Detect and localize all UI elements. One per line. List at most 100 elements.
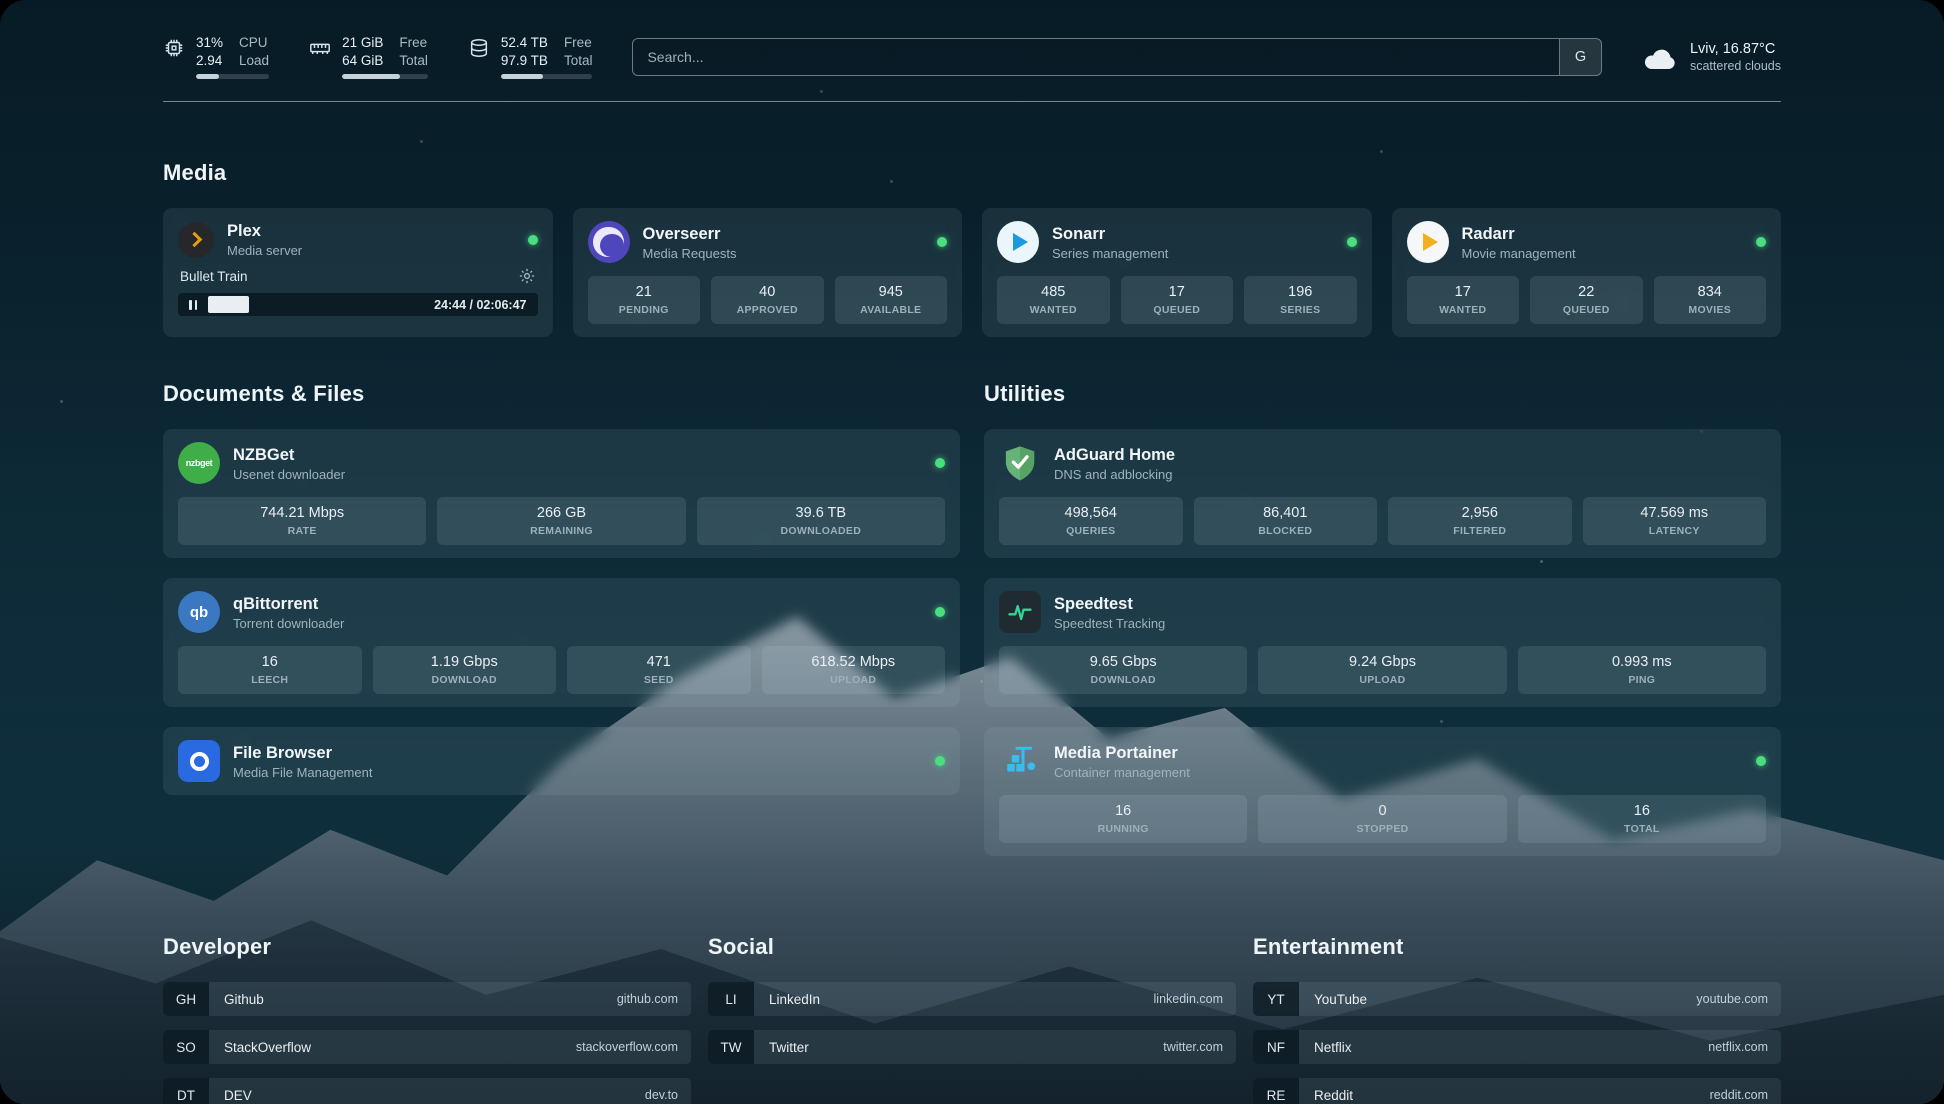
- stat-upload: 9.24 GbpsUPLOAD: [1258, 646, 1506, 694]
- bookmark-name: Twitter: [754, 1030, 1150, 1064]
- bookmark-dev[interactable]: DT DEV dev.to: [163, 1078, 691, 1104]
- section-media: Media Plex Media server Bullet Train: [163, 160, 1781, 337]
- stat-pending: 21PENDING: [588, 276, 701, 324]
- disk-progress-bar: [501, 74, 593, 79]
- stat-total: 16TOTAL: [1518, 795, 1766, 843]
- service-card-qbittorrent[interactable]: qb qBittorrent Torrent downloader 16LEEC…: [163, 578, 960, 707]
- speedtest-icon: [999, 591, 1041, 633]
- service-name: qBittorrent: [233, 594, 922, 614]
- stat-download: 1.19 GbpsDOWNLOAD: [373, 646, 557, 694]
- pause-icon[interactable]: [178, 300, 208, 310]
- bookmark-github[interactable]: GH Github github.com: [163, 982, 691, 1016]
- bookmark-reddit[interactable]: RE Reddit reddit.com: [1253, 1078, 1781, 1104]
- service-name: AdGuard Home: [1054, 445, 1766, 465]
- bookmark-url: stackoverflow.com: [563, 1030, 691, 1064]
- bookmark-url: reddit.com: [1697, 1078, 1781, 1104]
- stat-downloaded: 39.6 TBDOWNLOADED: [697, 497, 945, 545]
- stat-seed: 471SEED: [567, 646, 751, 694]
- cpu-load-value: 2.94: [196, 52, 223, 69]
- memory-total-label: Total: [399, 52, 428, 69]
- memory-progress-bar: [342, 74, 428, 79]
- service-card-nzbget[interactable]: nzbget NZBGet Usenet downloader 744.21 M…: [163, 429, 960, 558]
- service-card-portainer[interactable]: Media Portainer Container management 16R…: [984, 727, 1781, 856]
- bookmark-abbr: SO: [163, 1030, 209, 1064]
- service-name: Sonarr: [1052, 224, 1334, 244]
- stat-wanted: 17WANTED: [1407, 276, 1520, 324]
- search-input[interactable]: [632, 38, 1602, 76]
- service-card-adguard[interactable]: AdGuard Home DNS and adblocking 498,564Q…: [984, 429, 1781, 558]
- service-desc: Media Requests: [643, 246, 925, 261]
- disk-total-label: Total: [564, 52, 593, 69]
- bookmark-name: YouTube: [1299, 982, 1683, 1016]
- filebrowser-icon: [178, 740, 220, 782]
- bookmark-group-title: Entertainment: [1253, 934, 1781, 960]
- bookmark-abbr: LI: [708, 982, 754, 1016]
- playback-time: 24:44 / 02:06:47: [423, 298, 537, 312]
- disk-widget: 52.4 TB Free 97.9 TB Total: [468, 34, 593, 79]
- stat-wanted: 485WANTED: [997, 276, 1110, 324]
- service-card-sonarr[interactable]: Sonarr Series management 485WANTED 17QUE…: [982, 208, 1372, 337]
- bookmark-name: LinkedIn: [754, 982, 1141, 1016]
- cpu-load-label: Load: [239, 52, 269, 69]
- status-dot: [528, 235, 538, 245]
- status-dot: [935, 458, 945, 468]
- bookmark-abbr: RE: [1253, 1078, 1299, 1104]
- bookmark-url: dev.to: [632, 1078, 691, 1104]
- cpu-usage-value: 31%: [196, 34, 223, 51]
- cpu-icon: [163, 37, 185, 59]
- service-desc: Speedtest Tracking: [1054, 616, 1766, 631]
- service-desc: Media server: [227, 243, 515, 258]
- bookmark-name: StackOverflow: [209, 1030, 563, 1064]
- section-documents: Documents & Files nzbget NZBGet Usenet d…: [163, 381, 960, 815]
- weather-condition: scattered clouds: [1690, 59, 1781, 73]
- service-name: NZBGet: [233, 445, 922, 465]
- stat-blocked: 86,401BLOCKED: [1194, 497, 1378, 545]
- weather-location: Lviv, 16.87°C: [1690, 40, 1781, 59]
- service-card-speedtest[interactable]: Speedtest Speedtest Tracking 9.65 GbpsDO…: [984, 578, 1781, 707]
- settings-gear-icon[interactable]: [518, 267, 536, 285]
- service-card-filebrowser[interactable]: File Browser Media File Management: [163, 727, 960, 795]
- search-bar: G: [632, 38, 1602, 76]
- bookmark-url: netflix.com: [1695, 1030, 1781, 1064]
- overseerr-icon: [588, 221, 630, 263]
- status-dot: [935, 756, 945, 766]
- search-provider-button[interactable]: G: [1559, 39, 1601, 75]
- service-desc: Media File Management: [233, 765, 922, 780]
- service-name: Speedtest: [1054, 594, 1766, 614]
- plex-player-bar[interactable]: 24:44 / 02:06:47: [178, 293, 538, 316]
- section-title-media: Media: [163, 160, 1781, 186]
- memory-free-value: 21 GiB: [342, 34, 383, 51]
- bookmark-twitter[interactable]: TW Twitter twitter.com: [708, 1030, 1236, 1064]
- section-title-documents: Documents & Files: [163, 381, 960, 407]
- bookmark-abbr: YT: [1253, 982, 1299, 1016]
- service-name: Overseerr: [643, 224, 925, 244]
- playback-progress-track[interactable]: [208, 293, 423, 316]
- bookmark-linkedin[interactable]: LI LinkedIn linkedin.com: [708, 982, 1236, 1016]
- stat-stopped: 0STOPPED: [1258, 795, 1506, 843]
- service-card-radarr[interactable]: Radarr Movie management 17WANTED 22QUEUE…: [1392, 208, 1782, 337]
- disk-icon: [468, 37, 490, 59]
- stat-queries: 498,564QUERIES: [999, 497, 1183, 545]
- qbittorrent-icon: qb: [178, 591, 220, 633]
- stat-available: 945AVAILABLE: [835, 276, 948, 324]
- disk-total-value: 97.9 TB: [501, 52, 548, 69]
- status-dot: [1756, 237, 1766, 247]
- bookmark-netflix[interactable]: NF Netflix netflix.com: [1253, 1030, 1781, 1064]
- bookmark-name: DEV: [209, 1078, 632, 1104]
- service-desc: Usenet downloader: [233, 467, 922, 482]
- bookmark-name: Reddit: [1299, 1078, 1697, 1104]
- cpu-widget: 31% CPU 2.94 Load: [163, 34, 269, 79]
- service-card-plex[interactable]: Plex Media server Bullet Train: [163, 208, 553, 337]
- sonarr-icon: [997, 221, 1039, 263]
- stat-upload: 618.52 MbpsUPLOAD: [762, 646, 946, 694]
- service-name: File Browser: [233, 743, 922, 763]
- bookmark-youtube[interactable]: YT YouTube youtube.com: [1253, 982, 1781, 1016]
- stat-download: 9.65 GbpsDOWNLOAD: [999, 646, 1247, 694]
- bookmark-stackoverflow[interactable]: SO StackOverflow stackoverflow.com: [163, 1030, 691, 1064]
- bookmark-url: linkedin.com: [1141, 982, 1236, 1016]
- stat-ping: 0.993 msPING: [1518, 646, 1766, 694]
- service-name: Plex: [227, 221, 515, 241]
- service-card-overseerr[interactable]: Overseerr Media Requests 21PENDING 40APP…: [573, 208, 963, 337]
- status-dot: [935, 607, 945, 617]
- section-title-utilities: Utilities: [984, 381, 1781, 407]
